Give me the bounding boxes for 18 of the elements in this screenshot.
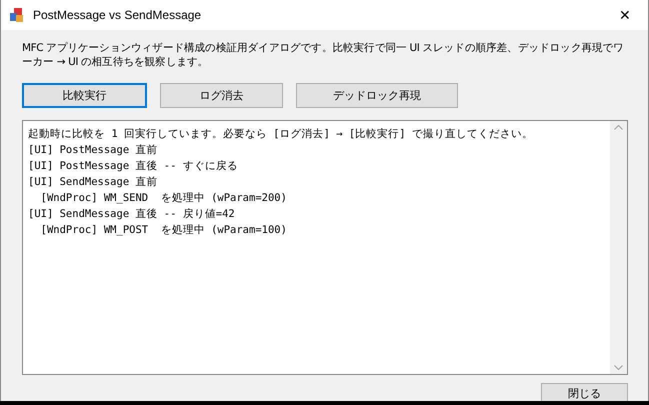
log-line: [WndProc] WM_POST を処理中 (wParam=100) xyxy=(40,223,288,238)
log-line: [UI] PostMessage 直前 xyxy=(28,143,158,158)
log-line: [UI] SendMessage 直後 -- 戻り値=42 xyxy=(28,207,236,222)
scroll-up-icon[interactable] xyxy=(614,125,623,130)
log-line: 起動時に比較を 1 回実行しています。必要なら [ログ消去] → [比較実行] で撮り直してください。 xyxy=(28,127,534,142)
window-title: PostMessage vs SendMessage xyxy=(33,8,202,22)
action-button[interactable]: デッドロック再現 xyxy=(296,83,458,108)
app-icon xyxy=(9,7,25,23)
close-dialog-button[interactable]: 閉じる xyxy=(541,383,628,401)
close-button[interactable]: ✕ xyxy=(602,0,648,30)
scrollbar[interactable] xyxy=(610,121,627,374)
action-button[interactable]: ログ消去 xyxy=(160,83,283,108)
scroll-down-icon[interactable] xyxy=(614,365,623,370)
log-line: [UI] PostMessage 直後 -- すぐに戻る xyxy=(28,159,239,174)
log-line: [WndProc] WM_SEND を処理中 (wParam=200) xyxy=(40,191,288,206)
action-button[interactable]: 比較実行 xyxy=(22,83,147,108)
log-line: [UI] SendMessage 直前 xyxy=(28,175,158,190)
description-text: MFC アプリケーションウィザード構成の検証用ダイアログです。比較実行で同一 UI スレッドの順序差、デッドロック再現でワーカー → UI の相互待ちを観察します。 xyxy=(22,41,625,69)
